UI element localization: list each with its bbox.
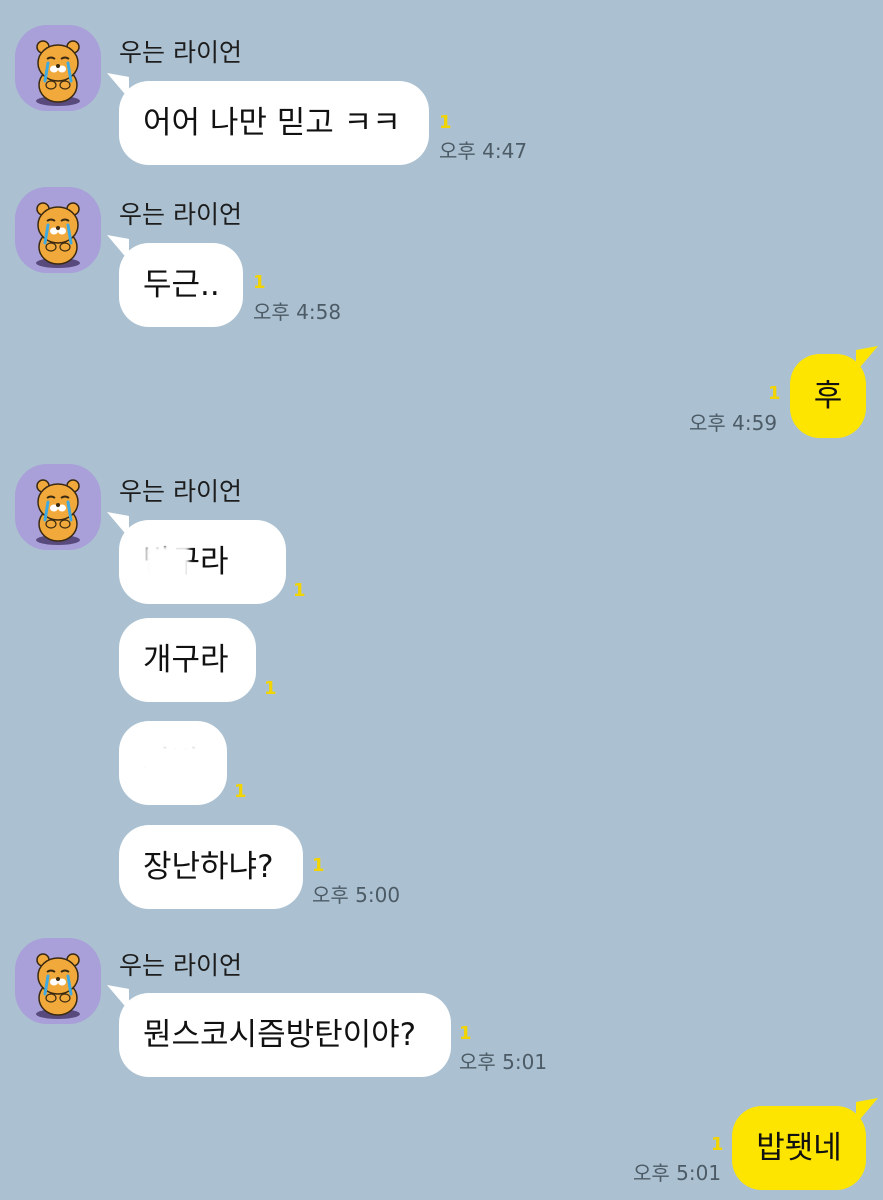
message-time: 오후 4:58	[253, 300, 342, 324]
sent-message-bubble[interactable]: 후	[790, 354, 866, 438]
chat-room: 우는 라이언 어어 나만 믿고 ㅋㅋ 1 오후 4:47 우는 라이언 두근..…	[0, 0, 883, 1200]
message-text: 어어 나만 믿고 ㅋㅋ	[143, 105, 401, 141]
crying-ryan-icon[interactable]	[15, 187, 101, 273]
message-bubble[interactable]: 개구라	[119, 618, 256, 702]
message-bubble[interactable]: 뭔스코시즘방탄이야?	[119, 993, 451, 1077]
message-text: 뭔스코시즘방탄이야?	[143, 1017, 417, 1053]
message-text: 밥됏네	[756, 1130, 842, 1166]
message-time: 오후 5:01	[459, 1050, 548, 1074]
message-time: 오후 5:01	[633, 1161, 722, 1185]
unread-count: 1	[312, 855, 325, 876]
message-bubble[interactable]: 사밥	[119, 721, 227, 805]
message-bubble[interactable]: 어어 나만 믿고 ㅋㅋ	[119, 81, 429, 165]
message-bubble[interactable]: 두근..	[119, 243, 243, 327]
message-text: 후	[813, 378, 843, 414]
censor-blur	[141, 745, 203, 783]
message-time: 오후 4:59	[689, 411, 778, 435]
unread-count: 1	[253, 272, 266, 293]
message-time: 오후 4:47	[439, 139, 528, 163]
sender-name[interactable]: 우는 라이언	[119, 951, 242, 981]
censor-blur	[145, 546, 189, 580]
unread-count: 1	[234, 781, 247, 802]
message-text: 개구라	[143, 642, 229, 678]
message-bubble[interactable]: 장난하냐?	[119, 825, 303, 909]
crying-ryan-icon[interactable]	[15, 938, 101, 1024]
sender-name[interactable]: 우는 라이언	[119, 38, 242, 68]
sender-name[interactable]: 우는 라이언	[119, 477, 242, 507]
unread-count: 1	[459, 1023, 472, 1044]
crying-ryan-icon[interactable]	[15, 25, 101, 111]
message-bubble[interactable]: 밥구라	[119, 520, 286, 604]
message-time: 오후 5:00	[312, 883, 401, 907]
sender-name[interactable]: 우는 라이언	[119, 200, 242, 230]
unread-count: 1	[439, 112, 452, 133]
unread-count: 1	[264, 678, 277, 699]
sent-message-bubble[interactable]: 밥됏네	[732, 1106, 866, 1190]
unread-count: 1	[768, 383, 781, 404]
message-text: 두근..	[143, 267, 220, 303]
unread-count: 1	[711, 1134, 724, 1155]
crying-ryan-icon[interactable]	[15, 464, 101, 550]
unread-count: 1	[293, 580, 306, 601]
message-text: 장난하냐?	[143, 849, 274, 885]
